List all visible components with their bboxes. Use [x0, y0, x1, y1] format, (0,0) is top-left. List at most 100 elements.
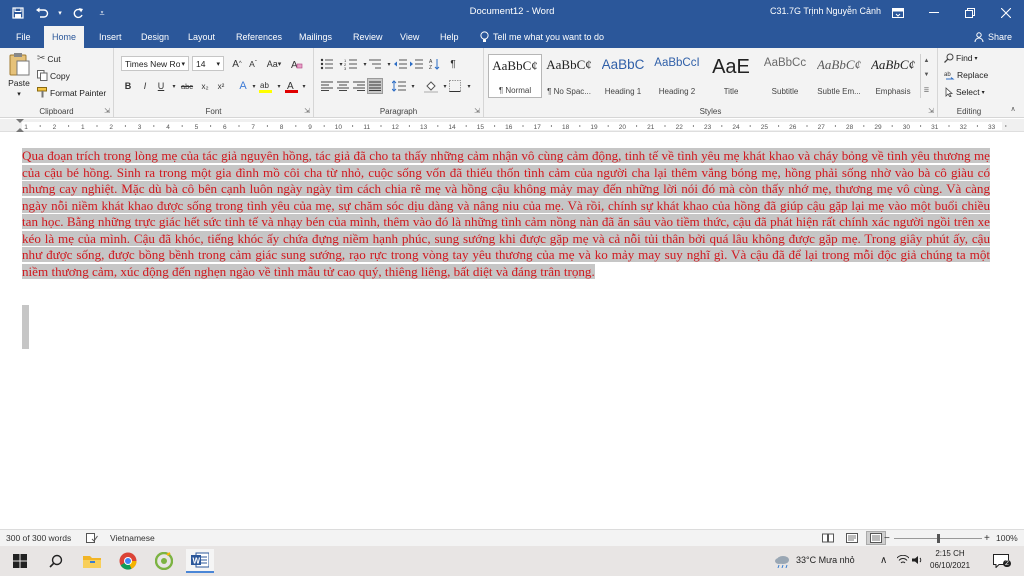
word-count[interactable]: 300 of 300 words — [6, 533, 71, 543]
restore-icon[interactable] — [952, 0, 988, 26]
underline-icon[interactable]: U — [154, 79, 168, 93]
style-title[interactable]: AaE Title — [704, 54, 758, 98]
borders-icon[interactable] — [448, 79, 462, 93]
font-color-dropdown-icon[interactable]: ▾ — [297, 79, 311, 93]
change-case-icon[interactable]: Aa ▾ — [264, 57, 284, 71]
borders-dropdown-icon[interactable]: ▾ — [462, 79, 476, 93]
bold-icon[interactable]: B — [121, 79, 135, 93]
paragraph-launcher-icon[interactable]: ⇲ — [474, 107, 480, 115]
grow-font-icon[interactable]: A ^ — [230, 57, 244, 71]
style-no-spacing[interactable]: AaBbC¢ ¶ No Spac... — [542, 54, 596, 98]
styles-launcher-icon[interactable]: ⇲ — [928, 107, 934, 115]
tab-review[interactable]: Review — [345, 26, 391, 48]
sort-icon[interactable]: AZ — [428, 57, 442, 71]
save-icon[interactable] — [8, 4, 28, 22]
document-body[interactable]: Qua đoạn trích trong lòng mẹ của tác giả… — [22, 148, 990, 280]
tab-mailings[interactable]: Mailings — [291, 26, 340, 48]
numbering-icon[interactable]: 123 — [344, 57, 358, 71]
style-heading-2[interactable]: AaBbCcI Heading 2 — [650, 54, 704, 98]
language-indicator[interactable]: Vietnamese — [110, 533, 155, 543]
show-formatting-icon[interactable]: ¶ — [446, 57, 460, 71]
decrease-indent-icon[interactable] — [394, 57, 408, 71]
tray-chevron-up-icon[interactable]: ∧ — [880, 555, 887, 566]
read-mode-icon[interactable] — [822, 533, 834, 543]
bullets-icon[interactable] — [320, 57, 334, 71]
tab-file[interactable]: File — [8, 26, 39, 48]
multilevel-list-icon[interactable] — [368, 57, 382, 71]
system-clock[interactable]: 2:15 CH 06/10/2021 — [930, 548, 970, 572]
strikethrough-icon[interactable]: abc — [178, 79, 196, 93]
proofing-icon[interactable] — [86, 533, 98, 543]
subscript-icon[interactable]: x₂ — [198, 79, 212, 93]
volume-icon[interactable] — [912, 555, 924, 567]
style-emphasis[interactable]: AaBbC¢ Emphasis — [866, 54, 920, 98]
tab-design[interactable]: Design — [133, 26, 177, 48]
word-taskbar-icon[interactable]: W — [186, 549, 214, 573]
zoom-in-button[interactable]: + — [984, 533, 990, 544]
customize-qat-icon[interactable]: ⩡ — [92, 4, 112, 22]
find-button[interactable]: Find ▾ — [944, 53, 978, 63]
coc-coc-browser-icon[interactable] — [150, 549, 178, 573]
shading-icon[interactable] — [424, 79, 438, 93]
style-subtle-emphasis[interactable]: AaBbC¢ Subtle Em... — [812, 54, 866, 98]
font-color-icon[interactable]: A — [284, 79, 298, 93]
web-layout-icon[interactable] — [866, 531, 886, 545]
line-spacing-dropdown-icon[interactable]: ▾ — [406, 79, 420, 93]
share-button[interactable]: Share — [974, 26, 1012, 48]
redo-icon[interactable] — [68, 4, 88, 22]
increase-indent-icon[interactable] — [410, 57, 424, 71]
line-spacing-icon[interactable] — [392, 79, 406, 93]
minimize-icon[interactable] — [916, 0, 952, 26]
tell-me-search[interactable]: Tell me what you want to do — [480, 26, 604, 48]
style-subtitle[interactable]: AaBbCc Subtitle — [758, 54, 812, 98]
zoom-slider-thumb[interactable] — [936, 534, 940, 543]
selected-paragraph[interactable]: Qua đoạn trích trong lòng mẹ của tác giả… — [22, 148, 990, 279]
notification-center-icon[interactable]: 2 — [988, 549, 1014, 573]
account-name[interactable]: C31.7G Trịnh Nguyễn Cảnh — [770, 6, 881, 16]
tab-references[interactable]: References — [228, 26, 290, 48]
network-icon[interactable] — [896, 554, 910, 567]
document-page[interactable]: Qua đoạn trích trong lòng mẹ của tác giả… — [0, 133, 1024, 528]
file-explorer-icon[interactable] — [78, 549, 106, 573]
weather-icon[interactable] — [772, 549, 792, 573]
gallery-down-icon[interactable]: ▼ — [924, 72, 930, 78]
clear-formatting-icon[interactable]: A — [290, 57, 304, 71]
gallery-more-icon[interactable]: ☰ — [924, 87, 929, 94]
indent-marker[interactable] — [16, 119, 24, 132]
tab-help[interactable]: Help — [432, 26, 467, 48]
font-size-combo[interactable]: 14 ▾ — [192, 56, 224, 71]
font-name-combo[interactable]: Times New Ro ▾ — [121, 56, 189, 71]
search-icon[interactable] — [42, 549, 70, 573]
collapse-ribbon-icon[interactable]: ∧ — [1006, 102, 1020, 116]
align-right-icon[interactable] — [352, 79, 366, 93]
tab-home[interactable]: Home — [44, 26, 85, 48]
format-painter-button[interactable]: Format Painter — [37, 87, 106, 98]
weather-text[interactable]: 33°C Mưa nhỏ — [796, 555, 855, 565]
paste-button[interactable]: Paste ▾ — [5, 52, 33, 98]
copy-button[interactable]: Copy — [37, 70, 70, 81]
italic-icon[interactable]: I — [138, 79, 152, 93]
justify-icon[interactable] — [367, 78, 383, 94]
close-icon[interactable] — [988, 0, 1024, 26]
chrome-icon[interactable] — [114, 549, 142, 573]
tab-insert[interactable]: Insert — [91, 26, 130, 48]
zoom-out-button[interactable]: − — [884, 533, 890, 544]
shrink-font-icon[interactable]: Aˇ — [246, 57, 260, 71]
align-center-icon[interactable] — [336, 79, 350, 93]
align-left-icon[interactable] — [320, 79, 334, 93]
undo-icon[interactable] — [32, 4, 52, 22]
style-heading-1[interactable]: AaBbC Heading 1 — [596, 54, 650, 98]
clipboard-launcher-icon[interactable]: ⇲ — [104, 107, 110, 115]
undo-dropdown-icon[interactable]: ▾ — [56, 4, 64, 22]
style-normal[interactable]: AaBbC¢ ¶ Normal — [488, 54, 542, 98]
zoom-level[interactable]: 100% — [996, 533, 1018, 543]
tab-layout[interactable]: Layout — [180, 26, 223, 48]
empty-paragraph-selection[interactable] — [22, 305, 29, 327]
tab-view[interactable]: View — [392, 26, 427, 48]
print-layout-icon[interactable] — [846, 533, 858, 543]
start-windows-icon[interactable] — [6, 549, 34, 573]
cut-button[interactable]: ✂ Cut — [37, 53, 61, 64]
ribbon-display-options-icon[interactable] — [880, 0, 916, 26]
superscript-icon[interactable]: x² — [214, 79, 228, 93]
select-button[interactable]: Select ▾ — [944, 87, 985, 97]
